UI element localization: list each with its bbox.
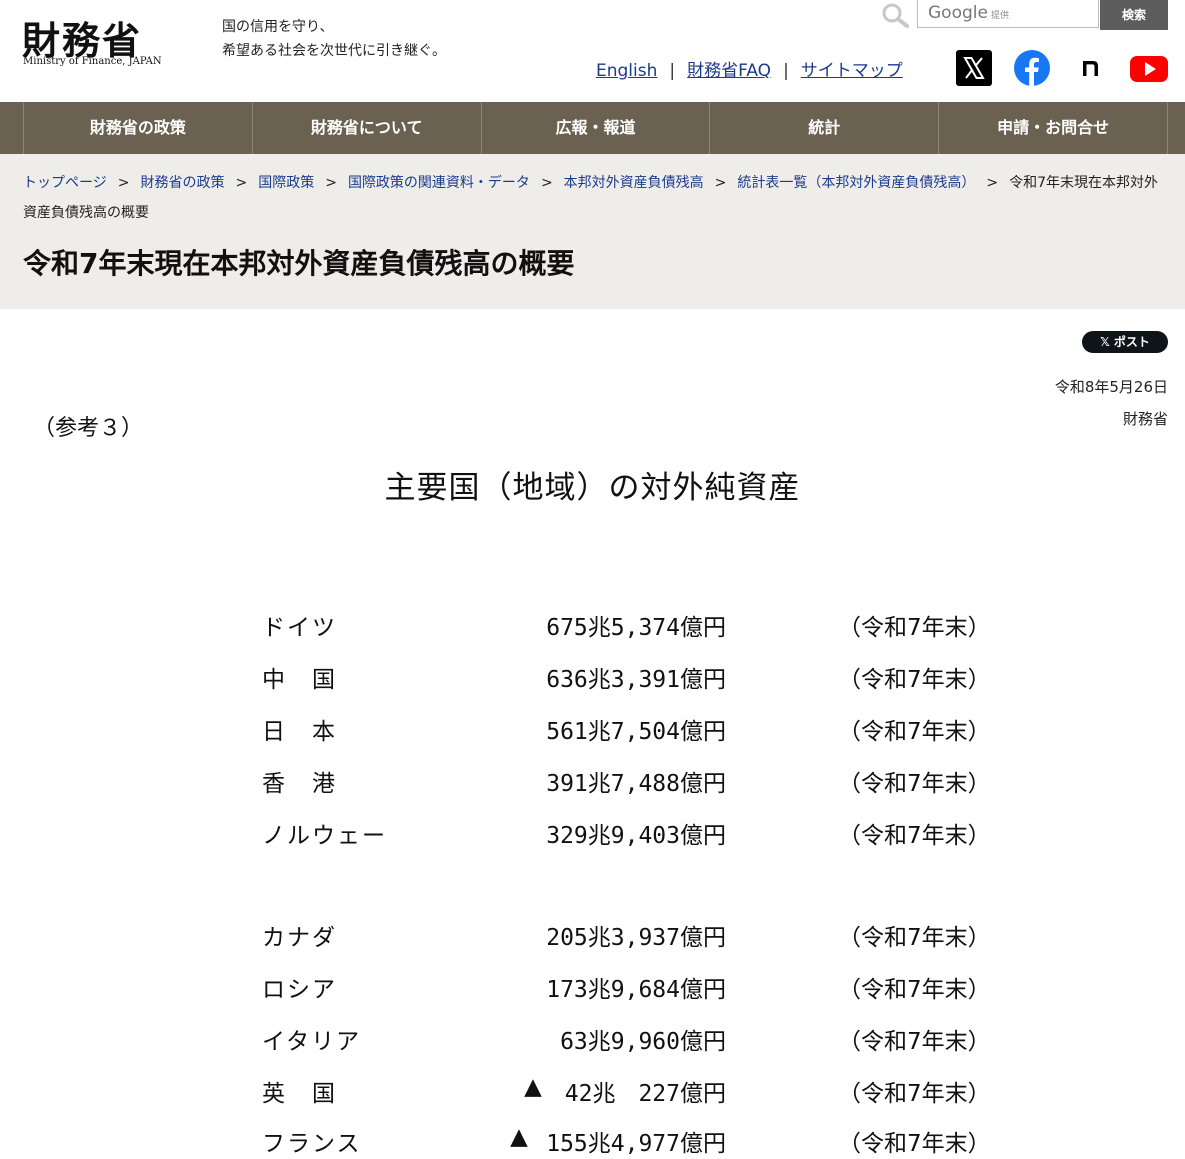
country-name: 香 港 xyxy=(262,771,337,797)
link-separator: | xyxy=(669,61,676,81)
breadcrumb-top[interactable]: トップページ xyxy=(23,175,107,191)
note-icon[interactable] xyxy=(1072,50,1108,86)
post-label: ポスト xyxy=(1113,335,1150,349)
tagline: 国の信用を守り、 希望ある社会を次世代に引き継ぐ。 xyxy=(222,15,502,63)
period-label: （令和7年末） xyxy=(838,1131,991,1157)
table-row: ドイツ 675兆5,374億円 （令和7年末） xyxy=(0,602,1185,642)
nav-about[interactable]: 財務省について xyxy=(251,102,481,154)
tagline-line-1: 国の信用を守り、 xyxy=(222,19,334,35)
net-asset-value: 63兆9,960億円 xyxy=(560,1029,726,1055)
x-small-icon: 𝕏 xyxy=(1100,335,1114,349)
breadcrumb-policy[interactable]: 財務省の政策 xyxy=(140,175,224,191)
table-row: イタリア 63兆9,960億円 （令和7年末） xyxy=(0,1016,1185,1056)
search-button[interactable]: 検索 xyxy=(1100,0,1168,30)
breadcrumb: トップページ > 財務省の政策 > 国際政策 > 国際政策の関連資料・データ > 本邦対外資産負… xyxy=(23,168,1168,228)
country-name: 日 本 xyxy=(262,719,337,745)
period-label: （令和7年末） xyxy=(838,615,991,641)
title-area: トップページ > 財務省の政策 > 国際政策 > 国際政策の関連資料・データ > 本邦対外資産負… xyxy=(0,154,1185,309)
net-asset-value: 391兆7,488億円 xyxy=(546,771,726,797)
country-name: ドイツ xyxy=(262,615,337,641)
net-asset-value: 155兆4,977億円 xyxy=(546,1131,726,1157)
x-icon[interactable] xyxy=(956,50,992,86)
table-row: ロシア 173兆9,684億円 （令和7年末） xyxy=(0,964,1185,1004)
x-post-button[interactable]: 𝕏 ポスト xyxy=(1082,331,1168,353)
nav-contact[interactable]: 申請・お問合せ xyxy=(938,102,1168,154)
google-brand: Google xyxy=(928,3,988,23)
issuer: 財務省 xyxy=(1122,410,1168,428)
facebook-icon[interactable] xyxy=(1014,50,1050,86)
breadcrumb-international[interactable]: 国際政策 xyxy=(258,175,314,191)
search-input[interactable]: Google 提供 xyxy=(917,0,1099,28)
country-name: ロシア xyxy=(262,977,337,1003)
tagline-line-2: 希望ある社会を次世代に引き継ぐ。 xyxy=(222,43,446,59)
period-label: （令和7年末） xyxy=(838,667,991,693)
faq-link[interactable]: 財務省FAQ xyxy=(687,61,771,81)
period-label: （令和7年末） xyxy=(838,771,991,797)
english-link[interactable]: English xyxy=(596,61,657,81)
country-name: 中 国 xyxy=(262,667,337,693)
document-title: 主要国（地域）の対外純資産 xyxy=(384,470,801,506)
table-row: 香 港 391兆7,488億円 （令和7年末） xyxy=(0,758,1185,798)
breadcrumb-separator: > xyxy=(235,175,248,191)
google-provided-label: 提供 xyxy=(991,11,1010,21)
country-name: 英 国 xyxy=(262,1081,337,1107)
sitemap-link[interactable]: サイトマップ xyxy=(801,61,903,81)
youtube-icon[interactable] xyxy=(1130,50,1168,86)
breadcrumb-separator: > xyxy=(325,175,337,191)
period-label: （令和7年末） xyxy=(838,1029,991,1055)
table-row: カナダ 205兆3,937億円 （令和7年末） xyxy=(0,912,1185,952)
table-row: 中 国 636兆3,391億円 （令和7年末） xyxy=(0,654,1185,694)
breadcrumb-separator: > xyxy=(714,175,727,191)
table-row: ノルウェー 329兆9,403億円 （令和7年末） xyxy=(0,810,1185,850)
net-asset-value: 675兆5,374億円 xyxy=(546,615,726,641)
period-label: （令和7年末） xyxy=(838,719,991,745)
link-separator: | xyxy=(783,61,789,81)
table-row: 日 本 561兆7,504億円 （令和7年末） xyxy=(0,706,1185,746)
period-label: （令和7年末） xyxy=(838,925,991,951)
breadcrumb-separator: > xyxy=(540,175,553,191)
period-label: （令和7年末） xyxy=(838,823,991,849)
reference-label: （参考３） xyxy=(33,416,144,441)
country-name: カナダ xyxy=(262,925,337,951)
country-name: フランス xyxy=(262,1131,362,1157)
period-label: （令和7年末） xyxy=(838,977,991,1003)
breadcrumb-intl-data[interactable]: 国際政策の関連資料・データ xyxy=(348,175,530,191)
nav-policy[interactable]: 財務省の政策 xyxy=(23,102,252,154)
net-asset-value: 561兆7,504億円 xyxy=(546,719,726,745)
net-asset-value: 205兆3,937億円 xyxy=(546,925,726,951)
page-title: 令和7年末現在本邦対外資産負債残高の概要 xyxy=(23,247,575,280)
country-name: ノルウェー xyxy=(262,823,387,849)
global-nav: 財務省の政策 財務省について 広報・報道 統計 申請・お問合せ xyxy=(0,102,1185,154)
breadcrumb-stat-list[interactable]: 統計表一覧（本邦対外資産負債残高） xyxy=(737,175,975,191)
net-asset-value: 636兆3,391億円 xyxy=(546,667,726,693)
net-asset-value: 42兆 227億円 xyxy=(564,1081,726,1107)
breadcrumb-separator: > xyxy=(986,175,999,191)
site-logo-english[interactable]: Ministry of Finance, JAPAN xyxy=(23,56,162,67)
header-links: English | 財務省FAQ | サイトマップ xyxy=(596,56,903,81)
search-icon xyxy=(882,3,909,28)
net-asset-value: 329兆9,403億円 xyxy=(546,823,726,849)
country-name: イタリア xyxy=(262,1029,362,1055)
net-asset-value: 173兆9,684億円 xyxy=(546,977,726,1003)
table-row: フランス ▲ 155兆4,977億円 （令和7年末） xyxy=(0,1118,1185,1158)
table-row: 英 国 ▲ 42兆 227億円 （令和7年末） xyxy=(0,1068,1185,1108)
breadcrumb-iip[interactable]: 本邦対外資産負債残高 xyxy=(564,175,704,191)
publish-date: 令和8年5月26日 xyxy=(1054,378,1168,396)
site-header: 財務省 Ministry of Finance, JAPAN 国の信用を守り、 … xyxy=(0,0,1185,102)
breadcrumb-separator: > xyxy=(117,175,130,191)
nav-statistics[interactable]: 統計 xyxy=(709,102,938,154)
nav-press[interactable]: 広報・報道 xyxy=(480,102,710,154)
period-label: （令和7年末） xyxy=(838,1081,991,1107)
